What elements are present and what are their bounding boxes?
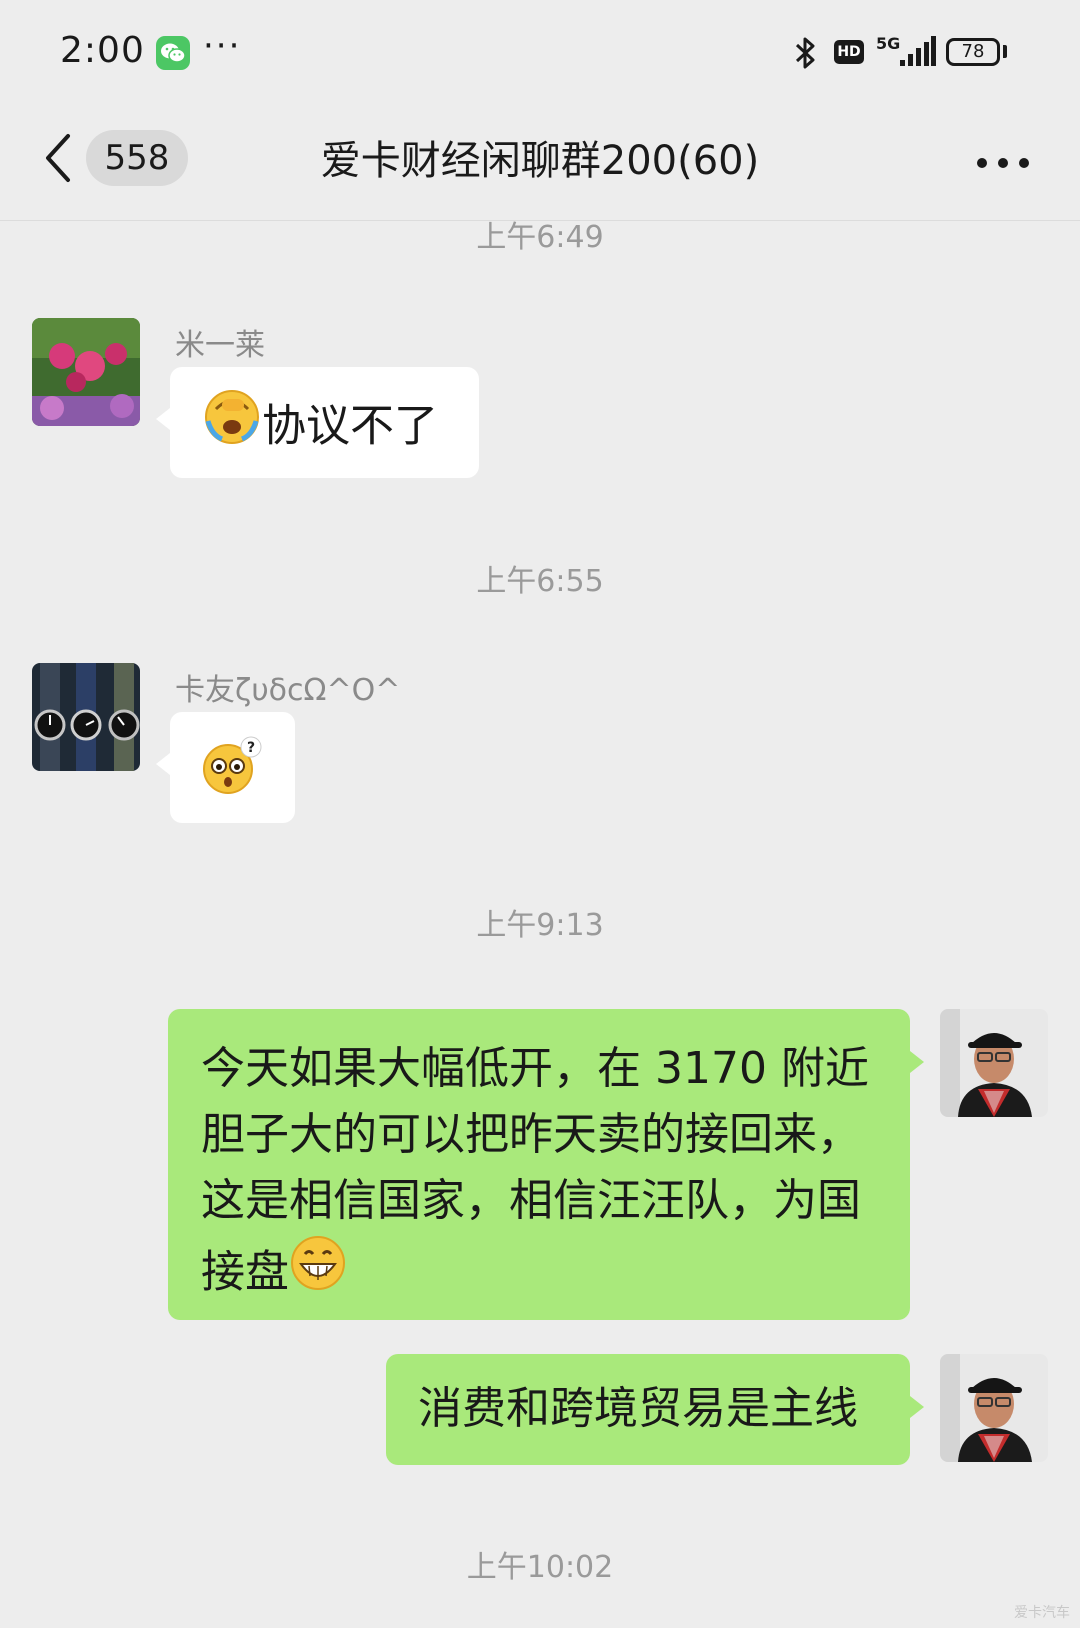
watches-avatar[interactable]	[32, 663, 140, 771]
message-bubble[interactable]: 消费和跨境贸易是主线	[386, 1354, 910, 1465]
sticker-bubble[interactable]: ?	[170, 712, 295, 823]
sender-name: 卡友ζυδcΩ^O^	[175, 673, 401, 708]
message-timestamp: 上午10:02	[466, 1550, 614, 1585]
bubble-tail	[156, 753, 170, 775]
wechat-icon	[156, 36, 190, 70]
flowers-avatar[interactable]	[32, 318, 140, 426]
message-line: 胆子大的可以把昨天卖的接回来，	[201, 1109, 861, 1160]
message-text: 消费和跨境贸易是主线	[418, 1383, 858, 1434]
hd-icon: HD	[834, 40, 864, 64]
message-timestamp: 上午6:55	[476, 564, 604, 599]
5g-icon: 5G	[876, 34, 901, 53]
battery-tip	[1003, 45, 1007, 58]
unread-count-badge[interactable]: 558	[86, 130, 188, 186]
message-line: 这是相信国家，相信汪汪队，为国	[201, 1175, 861, 1226]
message-line-last: 接盘	[201, 1234, 910, 1311]
message-line: 今天如果大幅低开，在 3170 附近	[201, 1043, 869, 1094]
man-cap-avatar[interactable]	[940, 1009, 1048, 1117]
status-time: 2:00	[60, 30, 145, 71]
signal-icon	[900, 36, 936, 70]
message-timestamp: 上午9:13	[476, 908, 604, 943]
facepalm-crying-emoji	[202, 387, 262, 466]
status-bar: 2:00 ··· HD 5G 78	[0, 0, 1080, 108]
watermark: 爱卡汽车	[1014, 1605, 1070, 1621]
bubble-tail	[910, 1051, 924, 1073]
message-bubble[interactable]: 今天如果大幅低开，在 3170 附近 胆子大的可以把昨天卖的接回来， 这是相信国…	[168, 1009, 910, 1320]
chevron-left-icon[interactable]	[40, 132, 76, 188]
bluetooth-icon	[793, 36, 817, 74]
battery-icon: 78	[946, 38, 1000, 66]
message-line: 接盘	[201, 1246, 289, 1298]
message-text: 协议不了	[262, 400, 438, 452]
confused-question-emoji: ?	[200, 735, 264, 816]
grin-emoji	[289, 1234, 347, 1311]
chat-title: 爱卡财经闲聊群200(60)	[320, 138, 760, 184]
bubble-tail	[910, 1396, 924, 1418]
chat-header: 558 爱卡财经闲聊群200(60)	[0, 108, 1080, 221]
bubble-tail	[156, 408, 170, 430]
more-dots-icon[interactable]	[976, 154, 1030, 173]
message-bubble[interactable]: 协议不了	[170, 367, 479, 478]
sender-name: 米一莱	[175, 328, 265, 363]
status-overflow-icon: ···	[203, 26, 242, 66]
message-timestamp: 上午6:49	[476, 220, 604, 255]
man-cap-avatar[interactable]	[940, 1354, 1048, 1462]
svg-text:?: ?	[247, 740, 255, 756]
